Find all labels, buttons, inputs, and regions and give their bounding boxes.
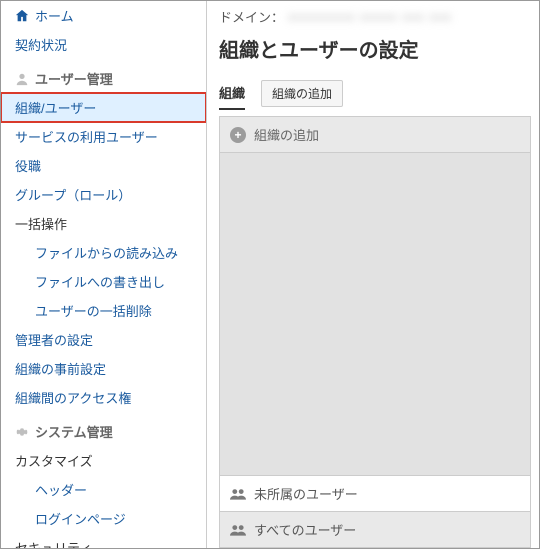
sidebar-bulk-user-delete-label: ユーザーの一括削除 [35,301,152,320]
sidebar-bulk-user-delete[interactable]: ユーザーの一括削除 [1,296,206,325]
add-org-button-label: 組織の追加 [272,87,332,101]
sidebar-security: セキュリティ [1,533,206,548]
tabs-row: 組織 組織の追加 [219,77,531,110]
org-tree-body [220,153,530,475]
sidebar-section-user-mgmt: ユーザー管理 [1,59,206,93]
sidebar: ホーム 契約状況 ユーザー管理 組織/ユーザー サービスの利用ユーザー 役職 グ… [1,1,207,548]
sidebar-section-system-mgmt-label: システム管理 [35,422,113,441]
sidebar-admin-settings[interactable]: 管理者の設定 [1,325,206,354]
sidebar-org-pre-settings-label: 組織の事前設定 [15,359,106,378]
sidebar-contract-status[interactable]: 契約状況 [1,30,206,59]
main-content: ドメイン： xxxxxxxxx xxxxx xxx xxx 組織とユーザーの設定… [207,1,539,548]
sidebar-file-import[interactable]: ファイルからの読み込み [1,238,206,267]
sidebar-service-users[interactable]: サービスの利用ユーザー [1,122,206,151]
domain-row: ドメイン： xxxxxxxxx xxxxx xxx xxx [219,7,531,26]
sidebar-file-export-label: ファイルへの書き出し [35,272,165,291]
domain-label: ドメイン： [219,7,284,26]
sidebar-org-access[interactable]: 組織間のアクセス権 [1,383,206,412]
sidebar-org-user-label: 組織/ユーザー [15,98,96,117]
home-icon [15,9,29,23]
sidebar-section-system-mgmt: システム管理 [1,412,206,446]
users-icon [230,487,246,501]
user-icon [15,72,29,86]
sidebar-file-export[interactable]: ファイルへの書き出し [1,267,206,296]
panel-add-org[interactable]: + 組織の追加 [220,117,530,153]
sidebar-home[interactable]: ホーム [1,1,206,30]
sidebar-org-user[interactable]: 組織/ユーザー [1,93,206,122]
sidebar-section-user-mgmt-label: ユーザー管理 [35,69,113,88]
org-panel: + 組織の追加 未所属のユーザー すべてのユーザー [219,116,531,548]
plus-icon: + [230,127,246,143]
sidebar-admin-settings-label: 管理者の設定 [15,330,93,349]
sidebar-position-label: 役職 [15,156,41,175]
sidebar-service-users-label: サービスの利用ユーザー [15,127,158,146]
sidebar-file-import-label: ファイルからの読み込み [35,243,178,262]
panel-add-org-label: 組織の追加 [254,125,319,144]
sidebar-bulk-ops: 一括操作 [1,209,206,238]
sidebar-bulk-ops-label: 一括操作 [15,214,67,233]
gear-icon [15,425,29,439]
panel-all-users[interactable]: すべてのユーザー [220,511,530,547]
sidebar-login-page-label: ログインページ [35,509,126,528]
sidebar-org-pre-settings[interactable]: 組織の事前設定 [1,354,206,383]
sidebar-contract-status-label: 契約状況 [15,35,67,54]
sidebar-position[interactable]: 役職 [1,151,206,180]
sidebar-customize: カスタマイズ [1,446,206,475]
panel-unassigned-users-label: 未所属のユーザー [254,484,358,503]
sidebar-header-setting[interactable]: ヘッダー [1,475,206,504]
sidebar-home-label: ホーム [35,6,74,25]
page-title: 組織とユーザーの設定 [219,34,531,63]
tab-org-label: 組織 [219,86,245,101]
add-org-button[interactable]: 組織の追加 [261,80,343,107]
sidebar-org-access-label: 組織間のアクセス権 [15,388,131,407]
users-icon [230,523,246,537]
panel-all-users-label: すべてのユーザー [254,520,356,539]
sidebar-customize-label: カスタマイズ [15,451,93,470]
tab-org[interactable]: 組織 [219,77,245,110]
sidebar-group-role[interactable]: グループ（ロール） [1,180,206,209]
domain-value-blurred: xxxxxxxxx xxxxx xxx xxx [288,9,531,25]
panel-unassigned-users[interactable]: 未所属のユーザー [220,475,530,511]
sidebar-group-role-label: グループ（ロール） [15,185,131,204]
sidebar-header-setting-label: ヘッダー [35,480,87,499]
sidebar-login-page[interactable]: ログインページ [1,504,206,533]
sidebar-security-label: セキュリティ [15,538,92,548]
